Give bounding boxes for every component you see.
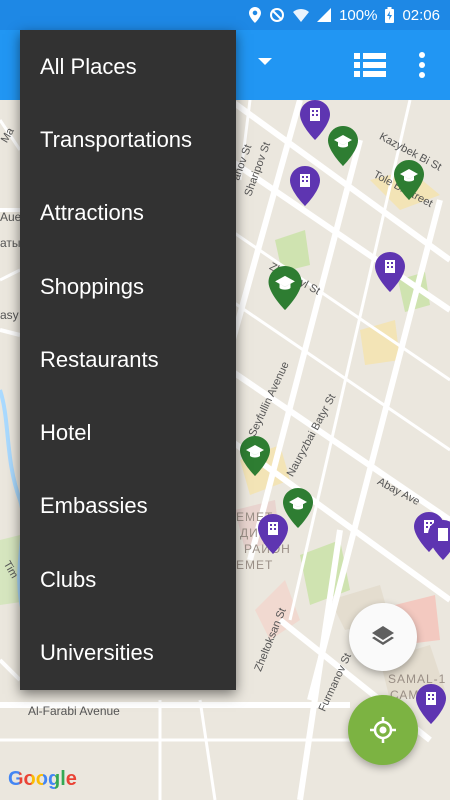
mute-icon [269,7,285,23]
building-pin[interactable] [428,520,450,560]
category-dropdown-menu: All Places Transportations Attractions S… [20,30,236,690]
my-location-icon [370,717,396,743]
map-layers-button[interactable] [349,603,417,671]
my-location-button[interactable] [348,695,418,765]
wifi-icon [293,8,310,22]
university-pin[interactable] [268,266,302,310]
list-view-icon [354,53,386,77]
university-pin[interactable] [328,126,358,166]
list-view-button[interactable] [352,50,388,80]
google-attribution: Google [8,768,77,791]
menu-item-clubs[interactable]: Clubs [20,543,236,616]
university-pin[interactable] [394,160,424,200]
building-pin[interactable] [300,100,330,140]
menu-item-universities[interactable]: Universities [20,616,236,689]
signal-icon [317,8,332,22]
building-pin[interactable] [375,252,405,292]
menu-item-hotel[interactable]: Hotel [20,396,236,469]
more-vert-icon [419,52,425,78]
dropdown-arrow-icon[interactable] [258,58,272,65]
university-pin[interactable] [240,436,270,476]
map-label-left-2: Aue [0,210,22,224]
street-label-al-farabi: Al-Farabi Avenue [28,704,120,718]
battery-charging-icon [385,7,395,23]
menu-item-all-places[interactable]: All Places [20,30,236,103]
building-pin[interactable] [290,166,320,206]
status-bar: 100% 02:06 [0,0,450,30]
map-label-left-3: аты [0,236,21,250]
menu-item-embassies[interactable]: Embassies [20,470,236,543]
building-pin[interactable] [416,684,446,724]
menu-item-restaurants[interactable]: Restaurants [20,323,236,396]
location-icon [249,7,262,23]
menu-item-attractions[interactable]: Attractions [20,177,236,250]
building-pin[interactable] [258,514,288,554]
menu-item-shoppings[interactable]: Shoppings [20,250,236,323]
google-logo-text: Google [8,768,77,790]
status-time: 02:06 [402,6,440,24]
district-label-medeu-partial-4: ЕМЕТ [236,558,274,572]
map-label-left-4: asy [0,308,19,322]
more-options-button[interactable] [410,48,434,82]
menu-item-transportations[interactable]: Transportations [20,103,236,176]
layers-icon [372,626,394,645]
battery-percent: 100% [339,6,378,24]
